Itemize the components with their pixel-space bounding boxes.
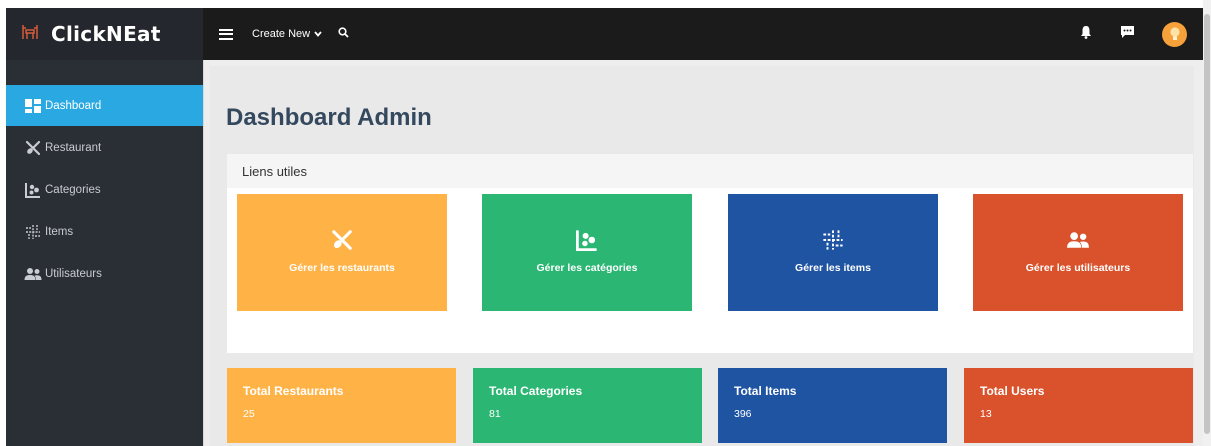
sidebar-item-categories[interactable]: Categories [6,169,203,210]
avatar[interactable] [1162,21,1187,47]
categories-icon [576,228,598,252]
manage-categories-card[interactable]: Gérer les catégories [482,194,692,311]
brand[interactable]: ClickNEat [6,8,203,60]
stat-total-restaurants: Total Restaurants 25 [227,368,456,443]
users-icon [1066,228,1090,252]
sidebar: Dashboard Restaurant Categories Items Ut… [6,60,203,446]
sidebar-item-label: Items [45,225,74,238]
create-new-label: Create New [252,28,311,40]
create-new-dropdown[interactable]: Create New [252,28,322,40]
stat-title: Total Items [734,384,797,398]
manage-restaurants-card[interactable]: Gérer les restaurants [237,194,447,311]
brand-name: ClickNEat [51,22,161,46]
top-navbar: ClickNEat Create New [6,8,1203,60]
stat-value: 13 [980,408,992,420]
card-label: Gérer les utilisateurs [1025,262,1131,274]
card-label: Gérer les items [795,262,871,274]
page-scrollbar[interactable] [1203,0,1211,446]
stat-value: 25 [243,408,255,420]
manage-users-card[interactable]: Gérer les utilisateurs [973,194,1183,311]
sidebar-item-utilisateurs[interactable]: Utilisateurs [6,253,203,294]
stat-title: Total Restaurants [243,384,344,398]
utensils-icon [24,139,42,157]
dashboard-icon [24,97,42,115]
main-content: Dashboard Admin Liens utiles Gérer les r… [203,60,1203,446]
stat-title: Total Categories [489,384,583,398]
bell-icon[interactable] [1080,25,1092,44]
grid-icon [822,228,844,252]
sidebar-item-label: Restaurant [45,141,102,154]
stat-total-users: Total Users 13 [964,368,1193,443]
search-icon[interactable] [338,25,349,43]
top-nav: Create New [219,8,349,60]
content-wrapper: Dashboard Admin Liens utiles Gérer les r… [210,66,1194,446]
users-icon [24,265,42,283]
scrollbar-thumb[interactable] [1204,14,1210,434]
sidebar-item-items[interactable]: Items [6,211,203,252]
chevron-down-icon [314,28,322,40]
panel-header: Liens utiles [227,154,1193,188]
chat-icon[interactable] [1120,25,1135,44]
categories-icon [24,181,42,199]
stat-total-categories: Total Categories 81 [473,368,702,443]
sidebar-item-label: Dashboard [45,99,102,112]
sidebar-item-label: Categories [45,183,101,196]
admin-app: ClickNEat Create New Dashboard Restauran… [6,8,1203,446]
restaurant-logo-icon [21,24,39,45]
top-actions [1080,8,1203,60]
manage-items-card[interactable]: Gérer les items [728,194,938,311]
menu-toggle-icon[interactable] [219,28,233,40]
utensils-icon [331,228,353,252]
stat-value: 81 [489,408,501,420]
sidebar-item-restaurant[interactable]: Restaurant [6,127,203,168]
card-label: Gérer les restaurants [289,262,395,274]
stat-total-items: Total Items 396 [718,368,947,443]
liens-utiles-panel: Liens utiles Gérer les restaurants Gérer… [227,154,1193,353]
stat-title: Total Users [980,384,1045,398]
page-title: Dashboard Admin [226,104,432,131]
sidebar-item-label: Utilisateurs [45,267,102,280]
sidebar-item-dashboard[interactable]: Dashboard [6,85,203,126]
browser-frame: ClickNEat Create New Dashboard Restauran… [0,0,1211,446]
grid-icon [24,223,42,241]
card-label: Gérer les catégories [536,262,638,274]
stat-value: 396 [734,408,752,420]
